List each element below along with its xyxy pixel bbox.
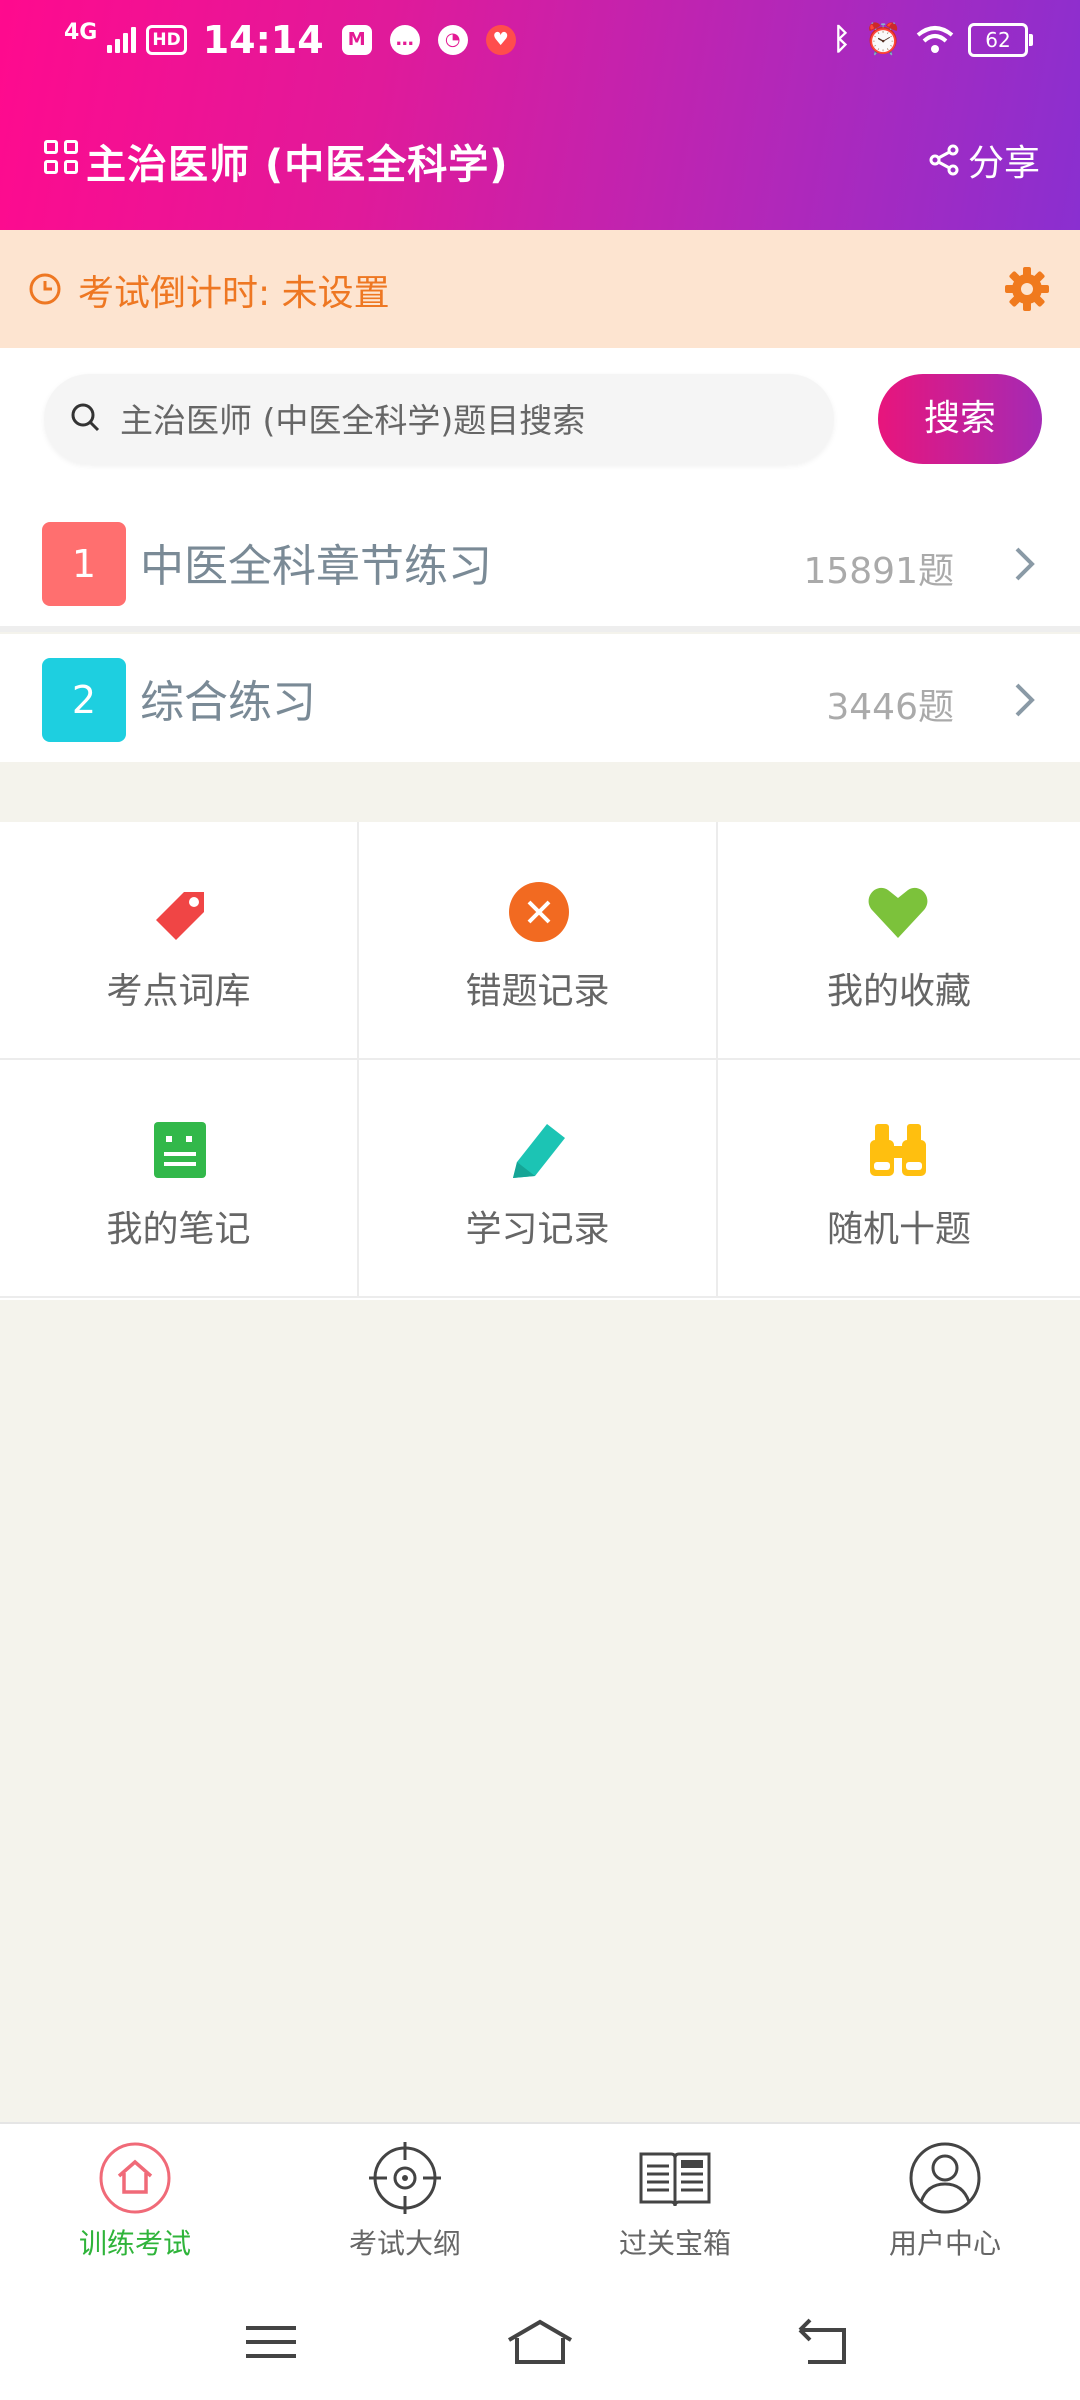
tab-training-exam[interactable]: 训练考试 (35, 2140, 235, 2270)
home-nav-icon[interactable] (505, 2312, 575, 2372)
target-icon (369, 2142, 441, 2214)
status-time: 14:14 (202, 18, 324, 62)
chevron-right-icon (1015, 547, 1035, 581)
settings-gear-icon[interactable] (1002, 264, 1052, 314)
tab-exam-syllabus[interactable]: 考试大纲 (305, 2140, 505, 2270)
menu-icon[interactable] (236, 2312, 306, 2372)
grid-item-label: 随机十题 (826, 1209, 971, 1250)
list-item-comprehensive-practice[interactable]: 2 综合练习 3446题 (0, 634, 1080, 762)
status-right: ᛒ ⏰ 62 (832, 22, 1033, 57)
app-header: 4G HD 14:14 M … ◔ ♥ ᛒ ⏰ 62 主治医师 (中医全科学) … (0, 0, 1080, 230)
feature-grid: 考点词库 错题记录 我的收藏 我的笔记 学习记录 随机十题 (0, 822, 1080, 1300)
search-area: 搜索 (0, 348, 1080, 498)
list-item-label: 中医全科章节练习 (140, 541, 492, 592)
grid-item-wrong-questions[interactable]: 错题记录 (359, 822, 718, 1060)
user-icon (909, 2142, 981, 2214)
battery-indicator: 62 (968, 22, 1033, 57)
tab-label: 用户中心 (888, 2227, 1001, 2260)
question-count: 15891题 (803, 551, 954, 592)
alarm-icon: ⏰ (864, 22, 902, 57)
grid-item-random-ten[interactable]: 随机十题 (718, 1060, 1080, 1298)
list-item-label: 综合练习 (140, 677, 316, 728)
list-item-chapter-practice[interactable]: 1 中医全科章节练习 15891题 (0, 498, 1080, 632)
hd-badge: HD (146, 25, 187, 55)
grid-item-study-records[interactable]: 学习记录 (359, 1060, 718, 1298)
grid-item-label: 学习记录 (465, 1209, 610, 1250)
bluetooth-icon: ᛒ (832, 22, 851, 57)
tab-treasure-box[interactable]: 过关宝箱 (575, 2140, 775, 2270)
search-box[interactable] (44, 374, 834, 466)
tab-label: 训练考试 (78, 2227, 191, 2260)
grid-item-label: 我的收藏 (826, 971, 971, 1012)
search-button[interactable]: 搜索 (878, 374, 1042, 464)
question-count: 3446题 (826, 687, 954, 728)
pencil-icon (513, 1124, 565, 1178)
grid-item-keypoint-library[interactable]: 考点词库 (0, 822, 359, 1060)
chat-notification-icon: … (389, 25, 420, 55)
clock-icon (29, 273, 61, 305)
search-icon (71, 403, 100, 432)
page-title[interactable]: 主治医师 (中医全科学) (86, 132, 509, 190)
share-label: 分享 (967, 143, 1040, 184)
grid-item-notes[interactable]: 我的笔记 (0, 1060, 359, 1298)
system-navigation-bar (0, 2282, 1080, 2400)
chevron-right-icon (1015, 683, 1035, 717)
countdown-text: 考试倒计时: 未设置 (78, 273, 390, 314)
tab-user-center[interactable]: 用户中心 (845, 2140, 1045, 2270)
home-icon (99, 2142, 171, 2214)
signal-icon (107, 27, 137, 53)
share-icon (929, 144, 959, 176)
section-divider (0, 766, 1080, 822)
wifi-icon (916, 25, 954, 53)
title-bar: 主治医师 (中医全科学) 分享 (0, 120, 1080, 200)
heart-icon (868, 887, 928, 938)
grid-item-label: 错题记录 (465, 971, 610, 1012)
speed-notification-icon: ◔ (437, 25, 468, 55)
health-notification-icon: ♥ (485, 25, 516, 55)
list-index-badge: 1 (42, 522, 126, 606)
close-circle-icon (509, 882, 569, 942)
news-book-icon (639, 2152, 711, 2207)
apps-grid-icon[interactable] (44, 140, 82, 178)
tag-icon (156, 892, 204, 940)
grid-item-label: 考点词库 (106, 971, 251, 1012)
binoculars-icon (870, 1124, 926, 1176)
status-left: 4G HD 14:14 M … ◔ ♥ (64, 18, 516, 62)
app-notification-icon: M (341, 25, 372, 55)
tab-label: 考试大纲 (348, 2227, 461, 2260)
search-input[interactable] (118, 374, 822, 466)
back-icon[interactable] (788, 2312, 858, 2372)
list-index-badge: 2 (42, 658, 126, 742)
note-icon (154, 1122, 206, 1178)
grid-item-label: 我的笔记 (106, 1209, 251, 1250)
network-type: 4G (64, 19, 98, 45)
bottom-navigation: 训练考试 考试大纲 过关宝箱 用户中心 (0, 2122, 1080, 2284)
status-bar: 4G HD 14:14 M … ◔ ♥ ᛒ ⏰ 62 (0, 0, 1080, 84)
share-button[interactable]: 分享 (926, 134, 1040, 186)
tab-label: 过关宝箱 (618, 2227, 731, 2260)
exam-countdown-bar[interactable]: 考试倒计时: 未设置 (0, 230, 1080, 348)
grid-item-favorites[interactable]: 我的收藏 (718, 822, 1080, 1060)
